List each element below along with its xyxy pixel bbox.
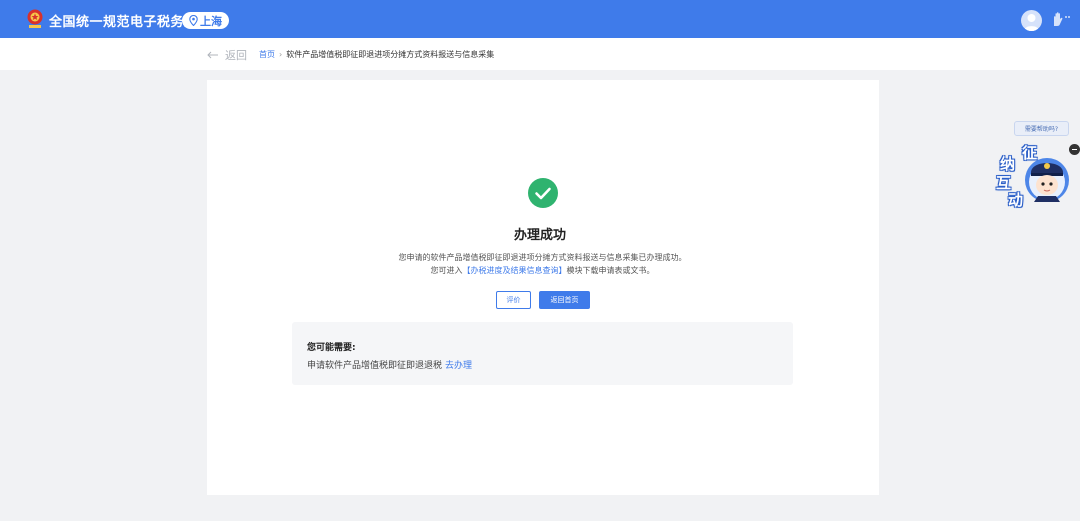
minimize-icon[interactable] [1069,144,1080,155]
emblem-logo-icon[interactable] [26,9,44,29]
location-pin-icon [189,15,198,26]
suggestion-item: 申请软件产品增值税即征即退退税 去办理 [307,358,472,371]
user-avatar-icon[interactable] [1021,10,1042,31]
evaluate-button[interactable]: 评价 [496,291,531,309]
hint-suffix: 模块下载申请表或文书。 [566,266,655,275]
chevron-right-icon: › [279,50,283,59]
suggestion-text: 申请软件产品增值税即征即退退税 [307,361,443,371]
back-label: 返回 [225,49,247,62]
breadcrumb-home-link[interactable]: 首页 [259,49,275,60]
assistant-char-4: 动 [1008,191,1024,209]
result-hint: 您可进入【办税进度及结果信息查询】模块下载申请表或文书。 [0,265,1080,276]
return-home-button[interactable]: 返回首页 [539,291,590,309]
back-button[interactable]: 返回 [207,47,247,63]
hand-icon[interactable] [1049,10,1071,28]
progress-query-link[interactable]: 【办税进度及结果信息查询】 [463,266,567,275]
success-check-icon [528,178,558,208]
help-tooltip[interactable]: 需要帮助吗? [1014,121,1069,136]
result-message: 您申请的软件产品增值税即征即退进项分摊方式资料报送与信息采集已办理成功。 [398,253,687,262]
suggestions-panel [292,322,793,385]
region-label: 上海 [200,14,222,28]
assistant-char-1: 征 [1022,144,1038,162]
top-navbar: 全国统一规范电子税务局 上海 [0,0,1080,38]
suggestion-action-link[interactable]: 去办理 [445,361,472,371]
assistant-widget[interactable]: 征 纳 互 动 [996,142,1072,214]
result-card [207,80,879,495]
breadcrumb-current: 软件产品增值税即征即退进项分摊方式资料报送与信息采集 [286,50,495,59]
assistant-char-2: 纳 [1000,155,1016,173]
site-title[interactable]: 全国统一规范电子税务局 [49,11,198,30]
result-title: 办理成功 [513,228,566,243]
breadcrumb-bar: 返回 首页 › 软件产品增值税即征即退进项分摊方式资料报送与信息采集 [0,38,1080,70]
suggestions-title: 您可能需要: [307,343,356,353]
arrow-left-icon [207,51,218,59]
hint-prefix: 您可进入 [430,266,463,275]
breadcrumb: 首页 › 软件产品增值税即征即退进项分摊方式资料报送与信息采集 [259,49,494,60]
region-selector[interactable]: 上海 [182,12,229,29]
